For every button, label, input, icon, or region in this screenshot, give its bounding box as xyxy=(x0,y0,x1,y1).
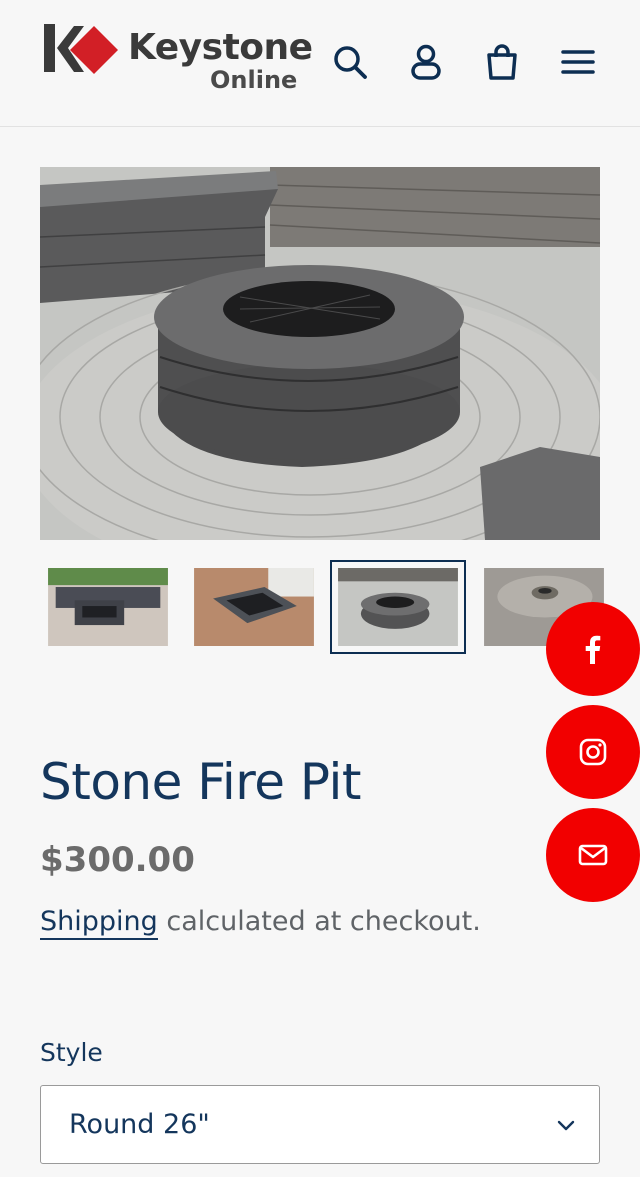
search-button[interactable] xyxy=(328,40,372,84)
search-icon xyxy=(334,46,367,79)
product-title: Stone Fire Pit xyxy=(40,753,361,811)
logo-subtitle: Online xyxy=(210,66,298,94)
mail-icon xyxy=(578,844,608,866)
thumbnail-image xyxy=(194,568,314,646)
product-price: $300.00 xyxy=(40,840,195,880)
style-select-value: Round 26" xyxy=(69,1109,210,1140)
product-main-image[interactable] xyxy=(40,167,600,540)
instagram-button[interactable] xyxy=(546,705,640,799)
chevron-down-icon xyxy=(557,1120,575,1131)
thumbnail-3[interactable] xyxy=(330,560,466,654)
facebook-icon xyxy=(585,635,601,664)
shipping-text: calculated at checkout. xyxy=(157,906,481,937)
thumbnail-2[interactable] xyxy=(186,560,322,654)
logo-wordmark: Keystone xyxy=(128,27,313,68)
logo-mark-icon xyxy=(44,24,118,74)
style-select[interactable]: Round 26" xyxy=(40,1085,600,1164)
cart-button[interactable] xyxy=(480,40,524,84)
thumbnail-1[interactable] xyxy=(40,560,176,654)
account-button[interactable] xyxy=(404,40,448,84)
instagram-icon xyxy=(579,738,607,766)
fire-pit-photo xyxy=(40,167,600,540)
style-label: Style xyxy=(40,1038,103,1067)
thumbnail-image xyxy=(48,568,168,646)
facebook-button[interactable] xyxy=(546,602,640,696)
thumbnail-image xyxy=(338,568,458,646)
site-header: Keystone Online xyxy=(0,0,640,127)
account-icon xyxy=(411,44,441,80)
menu-button[interactable] xyxy=(556,40,600,84)
shipping-link[interactable]: Shipping xyxy=(40,906,158,940)
menu-icon xyxy=(561,50,595,74)
shipping-note: Shipping calculated at checkout. xyxy=(40,902,481,942)
store-logo[interactable]: Keystone Online xyxy=(42,22,313,97)
mail-button[interactable] xyxy=(546,808,640,902)
cart-icon xyxy=(487,44,517,80)
